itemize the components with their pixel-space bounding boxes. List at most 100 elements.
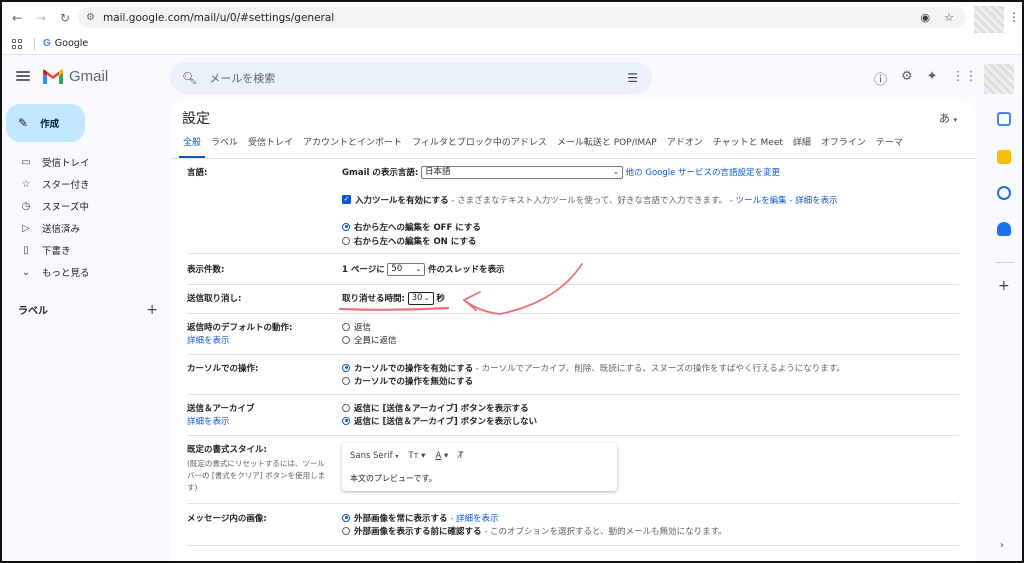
- sidebar-item-inbox[interactable]: ▭ 受信トレイ: [2, 152, 162, 172]
- tab-accounts[interactable]: アカウントとインポート: [299, 136, 406, 158]
- browser-menu-icon[interactable]: ⋮: [1008, 10, 1020, 24]
- compose-label: 作成: [40, 119, 60, 130]
- input-tools-label: 入力ツールを有効にする: [355, 196, 449, 206]
- eye-icon[interactable]: ◉: [921, 11, 931, 24]
- gemini-sparkle-icon[interactable]: ✦: [927, 69, 938, 88]
- apps-grid-icon[interactable]: [12, 38, 22, 49]
- always-show-images-radio[interactable]: [342, 513, 350, 522]
- compose-button[interactable]: ✎ 作成: [6, 104, 85, 142]
- gmail-logo[interactable]: Gmail: [42, 68, 108, 85]
- header-actions: ⓘ ⚙ ✦ ⋮⋮: [874, 69, 978, 88]
- bookmark-star-icon[interactable]: ☆: [944, 11, 954, 24]
- browser-profile-avatar[interactable]: [974, 6, 1004, 33]
- images-details-link[interactable]: 詳細を表示: [456, 514, 499, 524]
- url-text: mail.google.com/mail/u/0/#settings/gener…: [102, 11, 335, 24]
- ask-before-images-radio[interactable]: [342, 526, 350, 535]
- contacts-icon[interactable]: [997, 222, 1011, 236]
- input-tools-toggle[interactable]: あ ▾: [939, 110, 957, 126]
- browser-toolbar: ← → ↻ ⚙ mail.google.com/mail/u/0/#settin…: [2, 2, 1022, 33]
- bookmark-google[interactable]: Google: [55, 38, 89, 49]
- other-services-language-link[interactable]: 他の Google サービスの言語設定を変更: [626, 168, 780, 178]
- search-options-icon[interactable]: ☰: [627, 71, 638, 85]
- gmail-m-icon: [43, 69, 63, 84]
- page-size-select[interactable]: 50 ⌄: [387, 263, 426, 276]
- show-send-archive-label: 返信に [送信＆アーカイブ] ボタンを表示する: [354, 404, 529, 414]
- sidebar-item-snoozed[interactable]: ◷ スヌーズ中: [2, 196, 162, 216]
- star-icon: ☆: [21, 178, 31, 190]
- rtl-on-radio[interactable]: [342, 236, 350, 245]
- tab-advanced[interactable]: 詳細: [789, 136, 815, 158]
- divider: [187, 354, 959, 355]
- reply-details-link[interactable]: 詳細を表示: [187, 334, 230, 346]
- tab-general[interactable]: 全般: [179, 136, 206, 158]
- reply-all-radio[interactable]: [342, 335, 350, 344]
- tab-offline[interactable]: オフライン: [817, 136, 870, 158]
- show-send-archive-radio[interactable]: [342, 403, 350, 412]
- screenshot-frame: ← → ↻ ⚙ mail.google.com/mail/u/0/#settin…: [0, 0, 1024, 563]
- keep-icon[interactable]: [997, 150, 1011, 164]
- tab-forwarding[interactable]: メール転送と POP/IMAP: [553, 136, 661, 158]
- undo-send-prefix: 取り消せる時間:: [342, 294, 405, 304]
- hover-actions-disable-radio[interactable]: [342, 376, 350, 385]
- setting-label: 言語:: [187, 168, 208, 178]
- setting-label: 既定の書式スタイル:: [187, 445, 267, 455]
- address-bar[interactable]: ⚙ mail.google.com/mail/u/0/#settings/gen…: [78, 7, 966, 28]
- setting-label: 表示件数:: [187, 265, 225, 275]
- add-label-icon[interactable]: +: [146, 302, 158, 318]
- text-color-icon[interactable]: A ▾: [435, 451, 448, 461]
- display-language-select[interactable]: 日本語 ⌄: [420, 166, 623, 179]
- clear-formatting-icon[interactable]: T̸: [458, 451, 463, 461]
- text-style-note: す): [187, 483, 198, 492]
- search-icon[interactable]: 🔍︎: [182, 71, 197, 85]
- main-menu-icon[interactable]: [16, 71, 30, 81]
- google-apps-icon[interactable]: ⋮⋮: [952, 69, 978, 88]
- account-avatar[interactable]: [984, 64, 1014, 94]
- input-tools-checkbox[interactable]: ✓: [342, 195, 351, 204]
- undo-send-seconds-select[interactable]: 30 ⌄: [407, 292, 434, 305]
- font-size-icon[interactable]: Tт ▾: [408, 451, 425, 461]
- font-family-select[interactable]: Sans Serif ▾: [350, 451, 398, 461]
- details-link[interactable]: 詳細を表示: [795, 196, 838, 206]
- tab-filters[interactable]: フィルタとブロック中のアドレス: [408, 136, 551, 158]
- labels-title: ラベル: [18, 306, 48, 317]
- sidebar-item-label: 下書き: [42, 246, 71, 257]
- draft-icon: ▯: [23, 244, 29, 256]
- tab-themes[interactable]: テーマ: [872, 136, 907, 158]
- sidebar-item-sent[interactable]: ▷ 送信済み: [2, 218, 162, 238]
- rtl-on-label: 右から左への編集を ON にする: [354, 237, 477, 247]
- send-archive-details-link[interactable]: 詳細を表示: [187, 415, 230, 427]
- tab-inbox[interactable]: 受信トレイ: [244, 136, 297, 158]
- back-icon[interactable]: ←: [8, 9, 26, 27]
- tasks-icon[interactable]: [997, 186, 1011, 200]
- expand-panel-icon[interactable]: ›: [1000, 540, 1004, 551]
- sidebar-item-more[interactable]: ⌄ もっと見る: [2, 262, 162, 282]
- sidebar-item-drafts[interactable]: ▯ 下書き: [2, 240, 162, 260]
- divider: [34, 37, 35, 50]
- hover-actions-enable-radio[interactable]: [342, 363, 350, 372]
- site-info-icon[interactable]: ⚙: [86, 12, 95, 23]
- divider: [187, 284, 959, 285]
- forward-icon[interactable]: →: [32, 9, 50, 27]
- sidebar-item-starred[interactable]: ☆ スター付き: [2, 174, 162, 194]
- help-icon[interactable]: ⓘ: [874, 69, 887, 88]
- reload-icon[interactable]: ↻: [56, 9, 74, 27]
- reply-radio[interactable]: [342, 322, 350, 331]
- setting-label: 送信＆アーカイブ: [187, 404, 255, 414]
- edit-tools-link[interactable]: ツールを編集: [736, 196, 787, 206]
- settings-tabs: 全般 ラベル 受信トレイ アカウントとインポート フィルタとブロック中のアドレス…: [179, 136, 964, 158]
- labels-header: ラベル +: [18, 302, 158, 318]
- tab-addons[interactable]: アドオン: [663, 136, 707, 158]
- calendar-icon[interactable]: [997, 112, 1011, 126]
- search-input[interactable]: メールを検索: [209, 70, 275, 86]
- add-addon-icon[interactable]: +: [998, 278, 1010, 294]
- hide-send-archive-radio[interactable]: [342, 416, 350, 425]
- hover-disable-label: カーソルでの操作を無効にする: [354, 377, 474, 387]
- mail-search-bar[interactable]: 🔍︎ メールを検索 ☰: [170, 62, 652, 94]
- settings-gear-icon[interactable]: ⚙: [901, 69, 913, 88]
- page-size-value: 50: [391, 264, 403, 274]
- sidebar-item-label: もっと見る: [42, 268, 90, 279]
- side-panel-rail: + ›: [988, 100, 1022, 561]
- rtl-off-radio[interactable]: [342, 222, 350, 231]
- tab-chat-meet[interactable]: チャットと Meet: [709, 136, 787, 158]
- tab-labels[interactable]: ラベル: [207, 136, 242, 158]
